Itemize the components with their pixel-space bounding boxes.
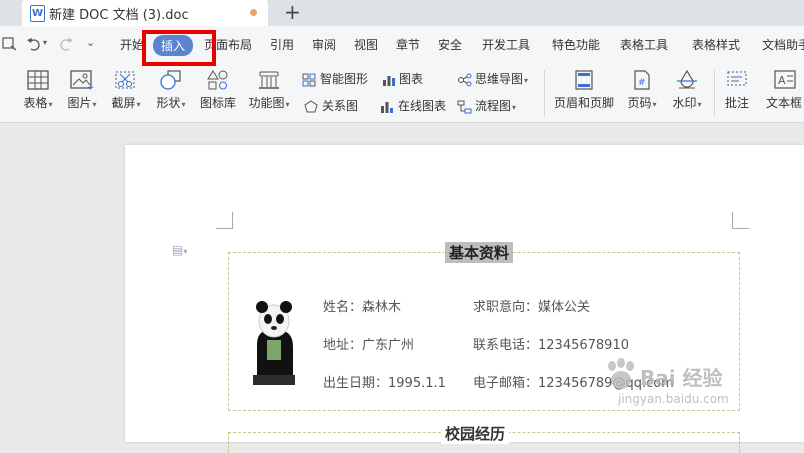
field-name: 姓名：森林木 — [323, 300, 402, 315]
flowchart-icon — [457, 100, 472, 113]
chart-icon — [383, 75, 395, 86]
margin-corner-mark — [216, 212, 233, 229]
customize-toolbar-icon[interactable]: ⌄ — [86, 36, 95, 49]
picture-label: 图片 — [67, 96, 92, 110]
header-footer-icon — [575, 70, 593, 90]
word-doc-icon: W — [30, 5, 45, 22]
menu-references[interactable]: 引用 — [270, 36, 294, 53]
mindmap-button[interactable]: 思维导图▾ — [457, 70, 528, 87]
comment-icon — [727, 71, 747, 86]
toolbar-separator — [544, 70, 545, 116]
page-number-button[interactable]: # 页码▾ — [622, 70, 662, 111]
textbox-icon: A — [774, 70, 796, 89]
page-number-icon: # — [634, 70, 650, 90]
table-button[interactable]: 表格▾ — [18, 70, 58, 111]
relation-chart-label: 关系图 — [322, 99, 359, 113]
toolbar-separator — [714, 70, 715, 116]
menu-table-style[interactable]: 表格样式 — [692, 36, 740, 53]
watermark-text: Bai 经验 — [640, 366, 723, 390]
section-title-basic-info[interactable]: 基本资料 — [445, 242, 514, 263]
table-label: 表格 — [23, 96, 48, 110]
page-number-label: 页码 — [627, 96, 652, 110]
chart-label: 图表 — [399, 72, 424, 86]
screenshot-label: 截屏 — [111, 96, 136, 110]
watermark-label: 水印 — [672, 96, 697, 110]
flowchart-button[interactable]: 流程图▾ — [457, 97, 516, 114]
undo-icon[interactable] — [26, 37, 42, 51]
unsaved-dot-icon — [250, 9, 257, 16]
function-chart-icon — [259, 71, 279, 89]
flowchart-label: 流程图 — [475, 99, 512, 113]
header-footer-label: 页眉和页脚 — [553, 96, 614, 110]
smart-graphic-button[interactable]: 智能图形 — [302, 70, 368, 87]
shape-button[interactable]: 形状▾ — [151, 70, 191, 111]
shape-icon — [160, 70, 181, 90]
picture-icon: + — [70, 70, 94, 90]
comment-button[interactable]: 批注 — [720, 70, 754, 111]
menu-view[interactable]: 视图 — [354, 36, 378, 53]
watermark-button[interactable]: 水印▾ — [667, 70, 707, 111]
menu-doc-assistant[interactable]: 文档助手 — [762, 36, 804, 53]
function-chart-label: 功能图 — [248, 96, 285, 110]
field-job-intention: 求职意向：媒体公关 — [473, 300, 591, 315]
smart-graphic-label: 智能图形 — [320, 72, 369, 86]
redo-icon[interactable] — [58, 37, 74, 51]
relation-chart-button[interactable]: 关系图 — [304, 97, 358, 114]
mindmap-label: 思维导图 — [475, 72, 524, 86]
online-chart-button[interactable]: 在线图表 — [380, 97, 446, 114]
document-navigation-icon[interactable]: ▤▾ — [172, 243, 187, 257]
menu-chapter[interactable]: 章节 — [396, 36, 420, 53]
header-footer-button[interactable]: 页眉和页脚 — [552, 70, 616, 111]
textbox-label: 文本框 — [766, 96, 803, 110]
field-phone: 联系电话：12345678910 — [473, 338, 629, 353]
menu-start[interactable]: 开始 — [120, 36, 144, 53]
menu-security[interactable]: 安全 — [438, 36, 462, 53]
screenshot-button[interactable]: 截屏▾ — [106, 70, 146, 111]
menu-developer[interactable]: 开发工具 — [482, 36, 530, 53]
icon-library-icon — [207, 70, 228, 90]
watermark-url: jingyan.baidu.com — [618, 392, 729, 406]
ribbon-toolbar: 表格▾ + 图片▾ 截屏▾ 形状▾ 图标库 功能图▾ 智能图形 图表 思维导图▾… — [0, 64, 804, 123]
margin-corner-mark — [732, 212, 749, 229]
menu-review[interactable]: 审阅 — [312, 36, 336, 53]
paw-logo-icon — [608, 358, 634, 389]
shape-label: 形状 — [156, 96, 181, 110]
highlight-annotation-box — [142, 30, 216, 66]
chart-button[interactable]: 图表 — [382, 70, 423, 87]
online-chart-icon — [381, 101, 393, 113]
field-birth-date: 出生日期：1995.1.1 — [323, 376, 446, 391]
watermark-icon — [677, 70, 697, 89]
undo-dropdown-icon[interactable]: ▾ — [43, 38, 47, 47]
table-icon — [27, 70, 49, 90]
ribbon-menu-bar: ▾ ⌄ 开始 插入 页面布局 引用 审阅 视图 章节 安全 开发工具 特色功能 … — [0, 26, 804, 64]
picture-button[interactable]: + 图片▾ — [62, 70, 102, 111]
textbox-button[interactable]: A 文本框 — [766, 70, 804, 111]
icon-library-button[interactable]: 图标库 — [198, 70, 238, 111]
document-tab-title: 新建 DOC 文档 (3).doc — [49, 8, 189, 23]
new-tab-button[interactable]: + — [284, 1, 301, 23]
mindmap-icon — [458, 73, 472, 86]
section-title-campus-experience[interactable]: 校园经历 — [441, 423, 510, 444]
panda-photo — [253, 295, 295, 385]
svg-text:#: # — [638, 78, 646, 88]
smart-graphic-icon — [302, 73, 316, 86]
scissors-icon — [115, 71, 135, 89]
relation-chart-icon — [304, 99, 318, 112]
tab-bar: W 新建 DOC 文档 (3).doc + — [0, 0, 804, 26]
svg-text:+: + — [87, 83, 94, 90]
comment-label: 批注 — [724, 96, 749, 110]
print-preview-icon[interactable] — [2, 37, 18, 51]
icon-library-label: 图标库 — [199, 96, 236, 110]
document-tab[interactable]: W 新建 DOC 文档 (3).doc — [22, 0, 268, 26]
function-chart-button[interactable]: 功能图▾ — [245, 70, 293, 111]
menu-features[interactable]: 特色功能 — [552, 36, 600, 53]
online-chart-label: 在线图表 — [398, 99, 447, 113]
svg-text:A: A — [778, 74, 786, 87]
field-address: 地址：广东广州 — [323, 338, 415, 353]
menu-table-tools[interactable]: 表格工具 — [620, 36, 668, 53]
